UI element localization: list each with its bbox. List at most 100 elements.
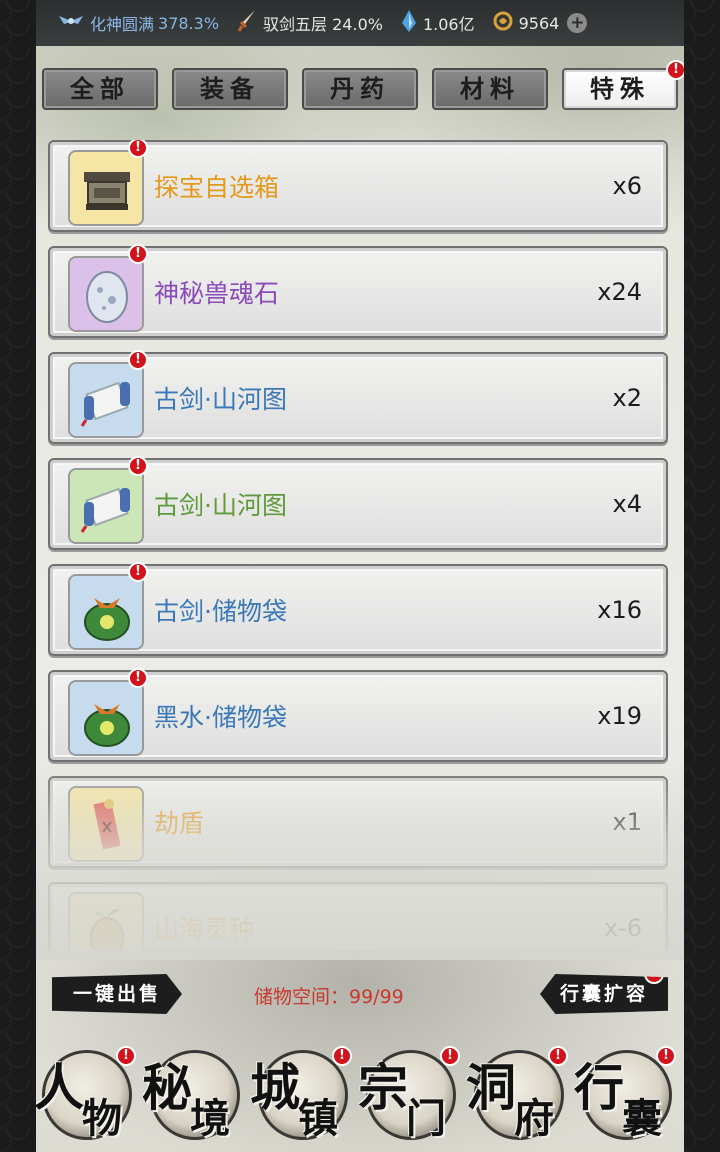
expand-alert-badge: ! [644, 974, 664, 984]
list-item[interactable]: ! 探宝自选箱 x6 [48, 140, 668, 232]
list-item[interactable]: ! 古剑·储物袋 x16 [48, 562, 668, 656]
spirit-seed-icon [90, 909, 124, 950]
tab-pills[interactable]: 丹药 [302, 68, 418, 110]
list-item[interactable]: ! 古剑·山河图 x2 [48, 350, 668, 444]
item-alert-badge: ! [128, 350, 148, 370]
nav-label-char2: 物 [82, 1095, 122, 1142]
nav-alert-badge: ! [548, 1046, 568, 1066]
expand-bag-button[interactable]: 行囊扩容 ! [540, 974, 668, 1014]
tab-special-alert-badge: ! [666, 60, 684, 80]
item-alert-badge: ! [128, 244, 148, 264]
left-border-pattern [0, 0, 36, 1152]
sword-icon [237, 9, 257, 37]
nav-label-char2: 境 [190, 1095, 230, 1142]
sword-stat[interactable]: 驭剑五层 24.0% [237, 9, 383, 37]
realm-stat[interactable]: 化神圆满 378.3% [58, 11, 219, 35]
spirit-amount: 1.06亿 [422, 15, 475, 34]
item-icon-frame [68, 574, 144, 650]
item-list[interactable]: ! 探宝自选箱 x6 ! 神秘兽魂石 x24 ! 古剑·山河图 x2 ! 古剑·… [48, 140, 668, 950]
item-quantity: x-6 [603, 914, 642, 942]
nav-secret-realm[interactable]: 秘 境 [142, 1042, 246, 1142]
item-name: 古剑·山河图 [154, 385, 287, 414]
item-icon-frame [68, 892, 144, 950]
item-name: 古剑·储物袋 [154, 597, 287, 626]
item-icon-frame [68, 150, 144, 226]
item-quantity: x19 [597, 702, 642, 730]
nav-label-char1: 宗 [358, 1058, 408, 1117]
nav-label-char2: 囊 [622, 1095, 662, 1142]
treasure-chest-icon [84, 172, 130, 210]
item-icon-frame [68, 786, 144, 862]
coin-icon [493, 11, 513, 35]
item-name: 探宝自选箱 [154, 173, 280, 202]
item-name: 古剑·山河图 [154, 491, 287, 520]
nav-label-char2: 府 [514, 1095, 554, 1142]
bottom-nav: 人 物 ! 秘 境 城 镇 ! 宗 门 ! 洞 府 ! 行 囊 ! [36, 1036, 684, 1152]
list-item[interactable]: ! 神秘兽魂石 x24 [48, 244, 668, 338]
sword-level: 驭剑五层 24.0% [263, 15, 383, 34]
list-item[interactable]: ! 黑水·储物袋 x19 [48, 668, 668, 762]
item-name: 神秘兽魂石 [154, 279, 280, 308]
tab-equipment[interactable]: 装备 [172, 68, 288, 110]
coin-amount: 9564 [518, 13, 560, 33]
tab-materials[interactable]: 材料 [432, 68, 548, 110]
spirit-stat[interactable]: 1.06亿 [401, 9, 475, 37]
spirit-crystal-icon [401, 9, 417, 37]
item-icon-frame [68, 468, 144, 544]
list-item[interactable]: 劫盾 x1 [48, 776, 668, 868]
item-icon-frame [68, 362, 144, 438]
nav-label-char1: 秘 [142, 1058, 192, 1117]
nav-alert-badge: ! [440, 1046, 460, 1066]
nav-alert-badge: ! [332, 1046, 352, 1066]
item-name: 劫盾 [154, 809, 205, 838]
nav-label-char1: 人 [36, 1058, 84, 1117]
nav-cave[interactable]: 洞 府 ! [466, 1042, 570, 1142]
right-border-pattern [684, 0, 720, 1152]
nav-character[interactable]: 人 物 ! [36, 1042, 138, 1142]
item-alert-badge: ! [128, 140, 148, 158]
nav-label-char1: 行 [574, 1058, 624, 1117]
list-item[interactable]: ! 古剑·山河图 x4 [48, 456, 668, 550]
list-item[interactable]: 山海灵种 x-6 [48, 882, 668, 950]
nav-alert-badge: ! [116, 1046, 136, 1066]
item-quantity: x2 [612, 384, 642, 412]
expand-bag-label: 行囊扩容 [559, 983, 648, 1005]
scroll-icon [80, 487, 130, 533]
storage-bag-icon [84, 704, 130, 747]
add-coins-button[interactable]: + [567, 13, 588, 33]
item-icon-frame [68, 680, 144, 756]
tab-special[interactable]: 特殊 [562, 68, 678, 110]
realm-name: 化神圆满 [90, 15, 155, 34]
item-name: 黑水·储物袋 [154, 703, 287, 732]
inventory-screen: 化神圆满 378.3% 驭剑五层 24.0% 1.06亿 9564 + 全部 装… [36, 0, 684, 1152]
nav-bag[interactable]: 行 囊 ! [574, 1042, 678, 1142]
sell-all-button[interactable]: 一键出售 [52, 974, 182, 1014]
nav-label-char2: 镇 [298, 1095, 338, 1142]
nav-label-char1: 洞 [466, 1058, 516, 1117]
nav-sect[interactable]: 宗 门 ! [358, 1042, 462, 1142]
item-quantity: x6 [612, 172, 642, 200]
nav-label-char2: 门 [406, 1095, 446, 1142]
tab-all[interactable]: 全部 [42, 68, 158, 110]
item-quantity: x1 [612, 808, 642, 836]
item-alert-badge: ! [128, 562, 148, 582]
item-quantity: x4 [612, 490, 642, 518]
winged-realm-icon [58, 12, 84, 34]
nav-alert-badge: ! [656, 1046, 676, 1066]
storage-bag-icon [84, 598, 130, 641]
category-tabs: 全部 装备 丹药 材料 特殊 ! [42, 60, 684, 112]
item-name: 山海灵种 [154, 915, 255, 944]
nav-town[interactable]: 城 镇 ! [250, 1042, 354, 1142]
storage-capacity: 储物空间：99/99 [254, 986, 404, 1008]
talisman-icon [93, 799, 121, 850]
item-quantity: x16 [597, 596, 642, 624]
nav-label-char1: 城 [250, 1058, 300, 1117]
beast-soul-stone-icon [86, 271, 128, 323]
scroll-icon [80, 381, 130, 427]
item-quantity: x24 [597, 278, 642, 306]
item-alert-badge: ! [128, 456, 148, 476]
realm-percent: 378.3% [158, 13, 220, 33]
status-bar: 化神圆满 378.3% 驭剑五层 24.0% 1.06亿 9564 + [36, 0, 684, 46]
coin-stat: 9564 + [493, 11, 588, 35]
item-alert-badge: ! [128, 668, 148, 688]
